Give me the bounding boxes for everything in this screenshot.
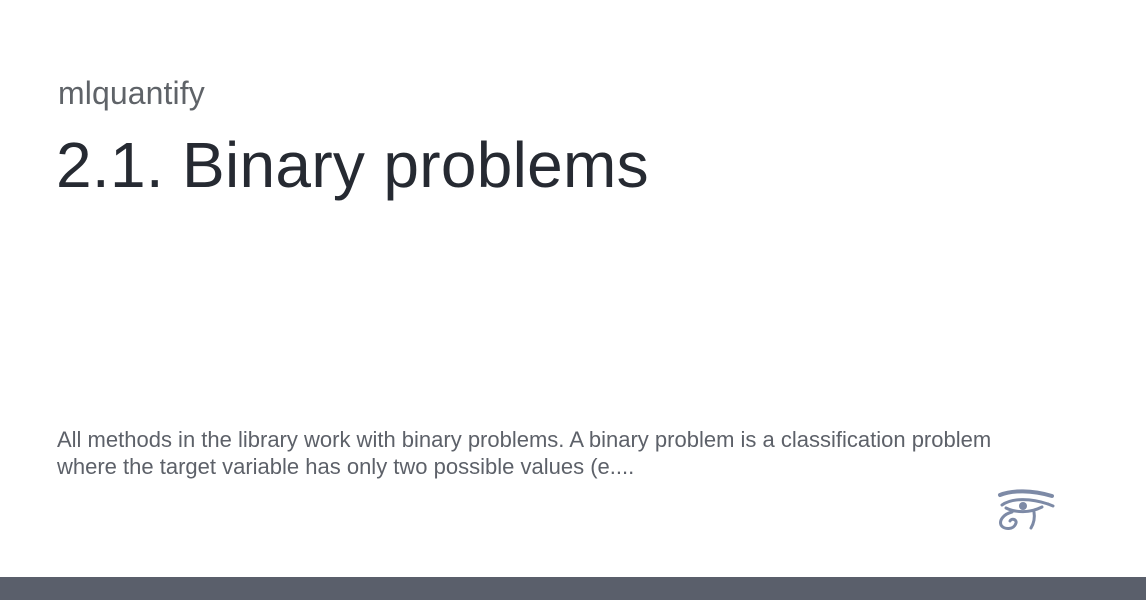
social-preview-card: mlquantify 2.1. Binary problems All meth… <box>0 0 1146 600</box>
eye-of-horus-icon <box>998 489 1055 530</box>
page-description: All methods in the library work with bin… <box>57 427 992 479</box>
page-title: 2.1. Binary problems <box>56 129 649 201</box>
bottom-bar <box>0 577 1146 600</box>
site-name: mlquantify <box>58 75 205 111</box>
